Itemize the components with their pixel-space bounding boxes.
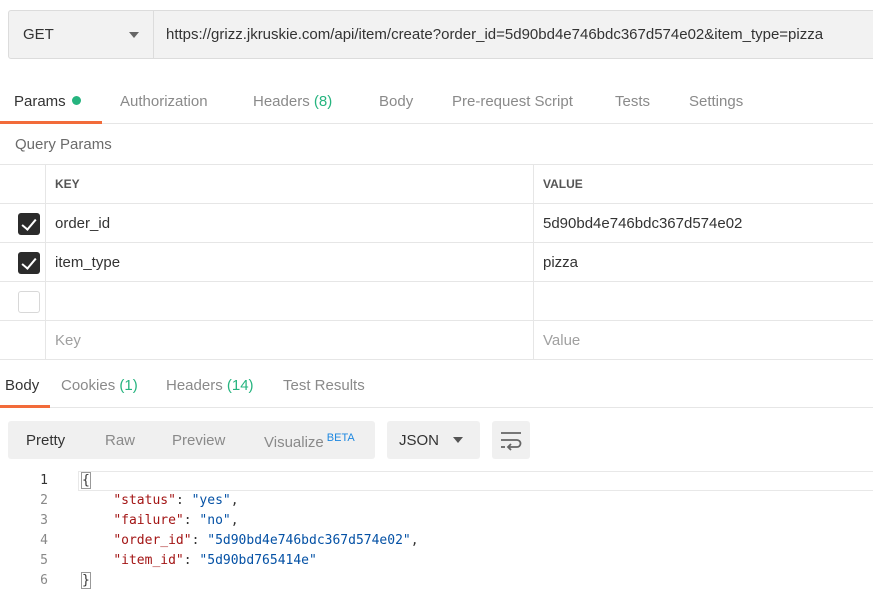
wrap-lines-icon bbox=[501, 432, 522, 451]
code-text: "failure": "no", bbox=[113, 513, 239, 528]
response-body-code[interactable]: 1 { 2 "status": "yes", 3 "failure": "no"… bbox=[0, 470, 873, 591]
params-indicator-dot bbox=[71, 96, 81, 105]
view-visualize-button[interactable]: Visualize BETA bbox=[264, 432, 355, 451]
json-key: "order_id" bbox=[113, 533, 192, 548]
method-select[interactable]: GET bbox=[8, 10, 154, 59]
checkbox-unchecked-icon[interactable] bbox=[18, 291, 40, 313]
tab-settings[interactable]: Settings bbox=[689, 93, 743, 110]
method-label: GET bbox=[23, 26, 54, 43]
checkbox-cell bbox=[0, 321, 46, 359]
tab-response-body[interactable]: Body bbox=[5, 377, 39, 394]
line-number: 6 bbox=[40, 573, 48, 588]
code-line: 4 "order_id": "5d90bd4e746bdc367d574e02"… bbox=[0, 531, 873, 551]
tab-cookies[interactable]: Cookies (1) bbox=[61, 377, 138, 394]
param-key[interactable]: order_id bbox=[46, 204, 534, 242]
code-text: { bbox=[81, 471, 91, 491]
visualize-label: Visualize bbox=[264, 434, 324, 451]
line-number: 5 bbox=[40, 553, 48, 568]
format-label: JSON bbox=[399, 432, 440, 449]
checkbox-cell bbox=[0, 243, 46, 281]
format-select[interactable]: JSON bbox=[387, 421, 480, 459]
wrap-lines-button[interactable] bbox=[492, 421, 530, 459]
param-value[interactable]: pizza bbox=[534, 243, 873, 281]
json-sep: , bbox=[410, 533, 419, 548]
param-key[interactable]: item_type bbox=[46, 243, 534, 281]
response-tabs: Body Cookies (1) Headers (14) Test Resul… bbox=[0, 366, 873, 408]
json-key: "failure" bbox=[113, 513, 184, 528]
code-text: "item_id": "5d90bd765414e" bbox=[113, 553, 317, 568]
request-url-bar: GET https://grizz.jkruskie.com/api/item/… bbox=[8, 10, 873, 59]
url-input[interactable]: https://grizz.jkruskie.com/api/item/crea… bbox=[154, 10, 873, 59]
line-number: 4 bbox=[40, 533, 48, 548]
close-brace: } bbox=[81, 572, 91, 589]
code-line: 1 { bbox=[0, 471, 873, 491]
checkbox-cell bbox=[0, 282, 46, 320]
json-value: "5d90bd4e746bdc367d574e02" bbox=[207, 533, 411, 548]
tab-authorization[interactable]: Authorization bbox=[120, 93, 208, 110]
view-pretty-button[interactable]: Pretty bbox=[26, 432, 65, 449]
json-value: "no" bbox=[199, 513, 231, 528]
table-row: item_type pizza bbox=[0, 243, 873, 282]
json-sep: , bbox=[230, 513, 239, 528]
tab-cookies-label: Cookies bbox=[61, 377, 116, 394]
tab-params-label: Params bbox=[14, 93, 66, 110]
line-number: 3 bbox=[40, 513, 48, 528]
tab-response-headers[interactable]: Headers (14) bbox=[166, 377, 254, 394]
tab-test-results[interactable]: Test Results bbox=[283, 377, 365, 394]
view-preview-button[interactable]: Preview bbox=[172, 432, 225, 449]
code-line: 2 "status": "yes", bbox=[0, 491, 873, 511]
chevron-down-icon bbox=[129, 32, 139, 38]
line-number: 2 bbox=[40, 493, 48, 508]
view-raw-button[interactable]: Raw bbox=[105, 432, 135, 449]
checkbox-checked-icon[interactable] bbox=[18, 213, 40, 235]
value-column-header: VALUE bbox=[543, 177, 583, 191]
new-param-row: Key Value bbox=[0, 321, 873, 360]
param-value[interactable] bbox=[534, 282, 873, 320]
tab-body[interactable]: Body bbox=[379, 93, 413, 110]
key-column-header: KEY bbox=[46, 165, 534, 203]
param-value[interactable]: 5d90bd4e746bdc367d574e02 bbox=[534, 204, 873, 242]
json-key: "status" bbox=[113, 493, 176, 508]
tab-response-headers-count: (14) bbox=[226, 377, 254, 394]
request-tabs: Params Authorization Headers (8) Body Pr… bbox=[0, 80, 873, 124]
view-mode-switch: Pretty Raw Preview Visualize BETA bbox=[8, 421, 375, 459]
table-row: order_id 5d90bd4e746bdc367d574e02 bbox=[0, 204, 873, 243]
code-line: 3 "failure": "no", bbox=[0, 511, 873, 531]
chevron-down-icon bbox=[453, 437, 463, 443]
active-tab-underline bbox=[0, 121, 102, 124]
new-key-input[interactable]: Key bbox=[46, 321, 534, 359]
json-value: "yes" bbox=[191, 493, 231, 508]
query-params-table: KEY VALUE order_id 5d90bd4e746bdc367d574… bbox=[0, 164, 873, 360]
tab-pre-request-script[interactable]: Pre-request Script bbox=[452, 93, 573, 110]
new-value-input[interactable]: Value bbox=[534, 321, 873, 359]
code-text: "status": "yes", bbox=[113, 493, 239, 508]
tab-cookies-count: (1) bbox=[119, 377, 138, 394]
tab-headers-count: (8) bbox=[313, 93, 333, 110]
code-text: "order_id": "5d90bd4e746bdc367d574e02", bbox=[113, 533, 419, 548]
json-key: "item_id" bbox=[113, 553, 184, 568]
table-row bbox=[0, 282, 873, 321]
tab-tests[interactable]: Tests bbox=[615, 93, 650, 110]
tab-response-headers-label: Headers bbox=[166, 377, 223, 394]
tab-headers-label: Headers bbox=[253, 93, 310, 110]
beta-badge: BETA bbox=[326, 432, 355, 444]
code-line: 5 "item_id": "5d90bd765414e" bbox=[0, 551, 873, 571]
active-tab-underline bbox=[0, 405, 50, 408]
checkbox-checked-icon[interactable] bbox=[18, 252, 40, 274]
checkbox-cell bbox=[0, 204, 46, 242]
checkbox-column-header bbox=[0, 165, 46, 203]
code-text: } bbox=[81, 571, 91, 591]
tab-headers[interactable]: Headers (8) bbox=[253, 93, 332, 110]
table-header-row: KEY VALUE bbox=[0, 164, 873, 204]
code-line: 6 } bbox=[0, 571, 873, 591]
json-value: "5d90bd765414e" bbox=[199, 553, 317, 568]
open-brace: { bbox=[81, 472, 91, 489]
line-number: 1 bbox=[40, 473, 48, 488]
query-params-title: Query Params bbox=[15, 136, 112, 153]
param-key[interactable] bbox=[46, 282, 534, 320]
tab-params[interactable]: Params bbox=[14, 93, 81, 110]
json-sep: , bbox=[230, 493, 239, 508]
